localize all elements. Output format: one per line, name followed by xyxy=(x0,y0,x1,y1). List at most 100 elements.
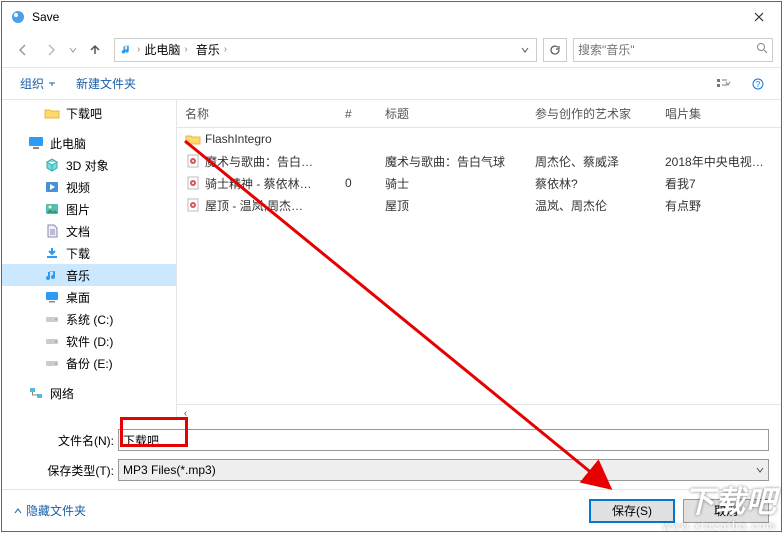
folder-icon xyxy=(44,105,60,121)
file-title: 屋顶 xyxy=(377,197,527,214)
sidebar-item-network[interactable]: 网络 xyxy=(2,382,176,404)
pc-icon xyxy=(28,135,44,151)
filetype-select[interactable]: MP3 Files(*.mp3) xyxy=(118,459,769,481)
hide-folders-button[interactable]: 隐藏文件夹 xyxy=(14,502,86,519)
desktop-icon xyxy=(44,289,60,305)
sidebar-item-label: 软件 (D:) xyxy=(66,333,113,350)
sidebar-item-drive-e[interactable]: 备份 (E:) xyxy=(2,352,176,374)
breadcrumb-music[interactable]: 音乐› xyxy=(192,39,231,61)
search-box[interactable] xyxy=(573,38,773,62)
network-icon xyxy=(28,385,44,401)
file-list[interactable]: FlashIntegro魔术与歌曲：告白…魔术与歌曲：告白气球周杰伦、蔡威泽20… xyxy=(177,128,781,404)
folder-icon xyxy=(185,131,201,147)
drive-icon xyxy=(44,355,60,371)
save-button[interactable]: 保存(S) xyxy=(589,499,675,523)
sidebar-item-download-bar[interactable]: 下载吧 xyxy=(2,102,176,124)
recent-dropdown[interactable] xyxy=(66,37,80,63)
sidebar-item-label: 系统 (C:) xyxy=(66,311,113,328)
close-button[interactable] xyxy=(736,2,781,32)
breadcrumb[interactable]: › 此电脑› 音乐› xyxy=(114,38,537,62)
file-album: 看我7 xyxy=(657,175,781,192)
chevron-up-icon xyxy=(14,507,22,515)
col-album[interactable]: 唱片集 xyxy=(657,105,781,122)
col-name[interactable]: 名称 xyxy=(177,105,337,122)
help-button[interactable]: ? xyxy=(743,72,773,96)
sidebar-item-drive-d[interactable]: 软件 (D:) xyxy=(2,330,176,352)
search-icon xyxy=(756,42,768,57)
sidebar-item-3d[interactable]: 3D 对象 xyxy=(2,154,176,176)
new-folder-button[interactable]: 新建文件夹 xyxy=(66,71,146,96)
cancel-button[interactable]: 取消 xyxy=(683,499,769,523)
file-row[interactable]: 屋顶 - 温岚,周杰… 屋顶温岚、周杰伦有点野 xyxy=(177,194,781,216)
col-num[interactable]: # xyxy=(337,107,377,121)
drive-icon xyxy=(44,333,60,349)
sidebar-item-label: 下载 xyxy=(66,245,90,262)
filetype-label: 保存类型(T): xyxy=(14,462,114,479)
breadcrumb-this-pc[interactable]: 此电脑› xyxy=(140,39,191,61)
sidebar-item-pictures[interactable]: 图片 xyxy=(2,198,176,220)
file-title: 骑士 xyxy=(377,175,527,192)
audio-file-icon xyxy=(185,197,201,213)
sidebar-item-label: 3D 对象 xyxy=(66,157,109,174)
titlebar: Save xyxy=(2,2,781,32)
navbar: › 此电脑› 音乐› xyxy=(2,32,781,68)
horizontal-scrollbar[interactable]: ‹ xyxy=(177,404,781,421)
chevron-down-icon xyxy=(756,463,764,477)
music-icon xyxy=(117,43,137,57)
sidebar-item-this-pc[interactable]: 此电脑 xyxy=(2,132,176,154)
file-title: 魔术与歌曲：告白气球 xyxy=(377,153,527,170)
app-icon xyxy=(10,9,26,25)
footer: 隐藏文件夹 保存(S) 取消 xyxy=(2,489,781,531)
file-area: 名称 # 标题 参与创作的艺术家 唱片集 FlashIntegro 魔术与歌曲：告… xyxy=(177,100,781,421)
sidebar-item-label: 视频 xyxy=(66,179,90,196)
toolbar: 组织 新建文件夹 ? xyxy=(2,68,781,100)
sidebar-item-drive-c[interactable]: 系统 (C:) xyxy=(2,308,176,330)
sidebar-item-label: 此电脑 xyxy=(50,135,86,152)
cube-icon xyxy=(44,157,60,173)
view-options-button[interactable] xyxy=(709,72,739,96)
bottom-panel: 文件名(N): 保存类型(T): MP3 Files(*.mp3) xyxy=(2,421,781,489)
file-row[interactable]: FlashIntegro xyxy=(177,128,781,150)
sidebar-item-label: 图片 xyxy=(66,201,90,218)
video-icon xyxy=(44,179,60,195)
file-name: FlashIntegro xyxy=(205,132,272,146)
forward-button[interactable] xyxy=(38,37,64,63)
file-row[interactable]: 魔术与歌曲：告白…魔术与歌曲：告白气球周杰伦、蔡威泽2018年中央电视台春… xyxy=(177,150,781,172)
music-icon xyxy=(44,267,60,283)
refresh-button[interactable] xyxy=(543,38,567,62)
file-artist: 蔡依林? xyxy=(527,175,657,192)
back-button[interactable] xyxy=(10,37,36,63)
organize-button[interactable]: 组织 xyxy=(10,71,66,96)
file-name: 骑士精神 - 蔡依林… xyxy=(205,175,312,192)
sidebar-item-label: 网络 xyxy=(50,385,74,402)
column-headers[interactable]: 名称 # 标题 参与创作的艺术家 唱片集 xyxy=(177,100,781,128)
filename-input[interactable] xyxy=(118,429,769,451)
file-album: 有点野 xyxy=(657,197,781,214)
file-name: 魔术与歌曲：告白… xyxy=(205,153,313,170)
file-name: 屋顶 - 温岚,周杰… xyxy=(205,197,303,214)
audio-file-icon xyxy=(185,175,201,191)
sidebar-item-label: 音乐 xyxy=(66,267,90,284)
file-artist: 周杰伦、蔡威泽 xyxy=(527,153,657,170)
col-title[interactable]: 标题 xyxy=(377,105,527,122)
sidebar-item-video[interactable]: 视频 xyxy=(2,176,176,198)
file-artist: 温岚、周杰伦 xyxy=(527,197,657,214)
scroll-left-icon[interactable]: ‹ xyxy=(177,405,194,422)
search-input[interactable] xyxy=(578,43,756,57)
svg-text:?: ? xyxy=(756,80,761,89)
file-row[interactable]: 骑士精神 - 蔡依林…0骑士蔡依林?看我7 xyxy=(177,172,781,194)
audio-file-icon xyxy=(185,153,201,169)
sidebar-item-downloads[interactable]: 下载 xyxy=(2,242,176,264)
breadcrumb-dropdown[interactable] xyxy=(514,39,534,61)
sidebar-item-label: 下载吧 xyxy=(66,105,102,122)
sidebar-item-desktop[interactable]: 桌面 xyxy=(2,286,176,308)
sidebar-item-label: 文档 xyxy=(66,223,90,240)
up-button[interactable] xyxy=(82,37,108,63)
col-artist[interactable]: 参与创作的艺术家 xyxy=(527,105,657,122)
doc-icon xyxy=(44,223,60,239)
sidebar-item-music[interactable]: 音乐 xyxy=(2,264,176,286)
window-title: Save xyxy=(32,10,736,24)
sidebar-item-label: 备份 (E:) xyxy=(66,355,113,372)
sidebar-item-label: 桌面 xyxy=(66,289,90,306)
sidebar-item-documents[interactable]: 文档 xyxy=(2,220,176,242)
